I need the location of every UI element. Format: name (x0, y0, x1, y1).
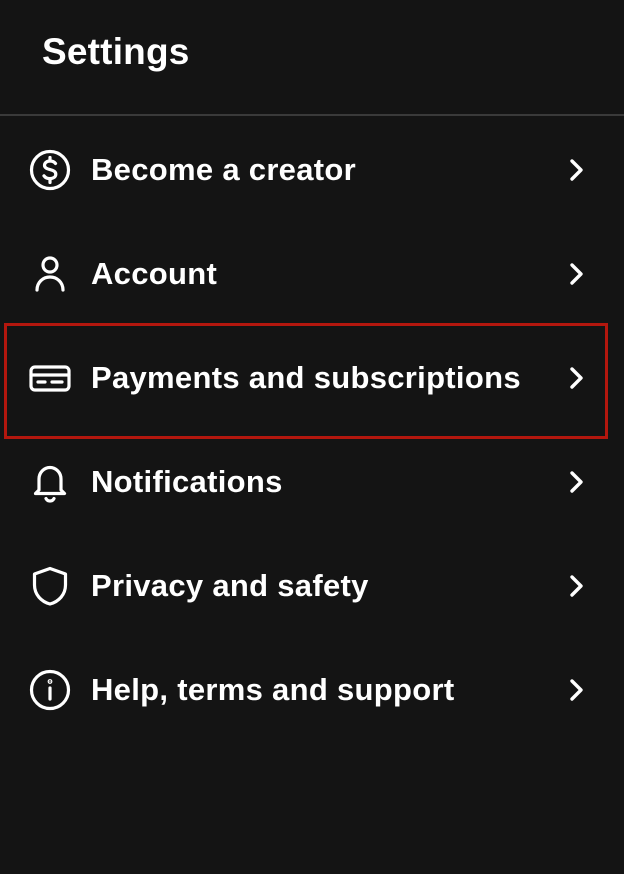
chevron-right-icon (562, 364, 590, 392)
chevron-right-icon (562, 260, 590, 288)
menu-item-label: Payments and subscriptions (91, 360, 521, 395)
menu-item-help-terms-and-support[interactable]: Help, terms and support (0, 638, 624, 742)
dollar-circle-icon (28, 148, 72, 192)
menu-item-notifications[interactable]: Notifications (0, 430, 624, 534)
chevron-right-icon (562, 676, 590, 704)
chevron-right-icon (562, 156, 590, 184)
credit-card-icon (28, 356, 72, 400)
settings-header: Settings (0, 0, 624, 116)
info-circle-icon (28, 668, 72, 712)
menu-item-account[interactable]: Account (0, 222, 624, 326)
menu-item-payments-and-subscriptions[interactable]: Payments and subscriptions (0, 326, 624, 430)
user-icon (28, 252, 72, 296)
menu-item-label: Notifications (91, 464, 283, 499)
chevron-right-icon (562, 468, 590, 496)
menu-item-label: Privacy and safety (91, 568, 369, 603)
shield-icon (28, 564, 72, 608)
menu-item-label: Help, terms and support (91, 672, 455, 707)
page-title: Settings (42, 31, 190, 72)
menu-item-privacy-and-safety[interactable]: Privacy and safety (0, 534, 624, 638)
menu-item-become-a-creator[interactable]: Become a creator (0, 118, 624, 222)
menu-item-label: Become a creator (91, 152, 356, 187)
menu-item-label: Account (91, 256, 218, 291)
bell-icon (28, 460, 72, 504)
settings-panel: Settings Become a creator Account Paymen… (0, 0, 624, 874)
chevron-right-icon (562, 572, 590, 600)
